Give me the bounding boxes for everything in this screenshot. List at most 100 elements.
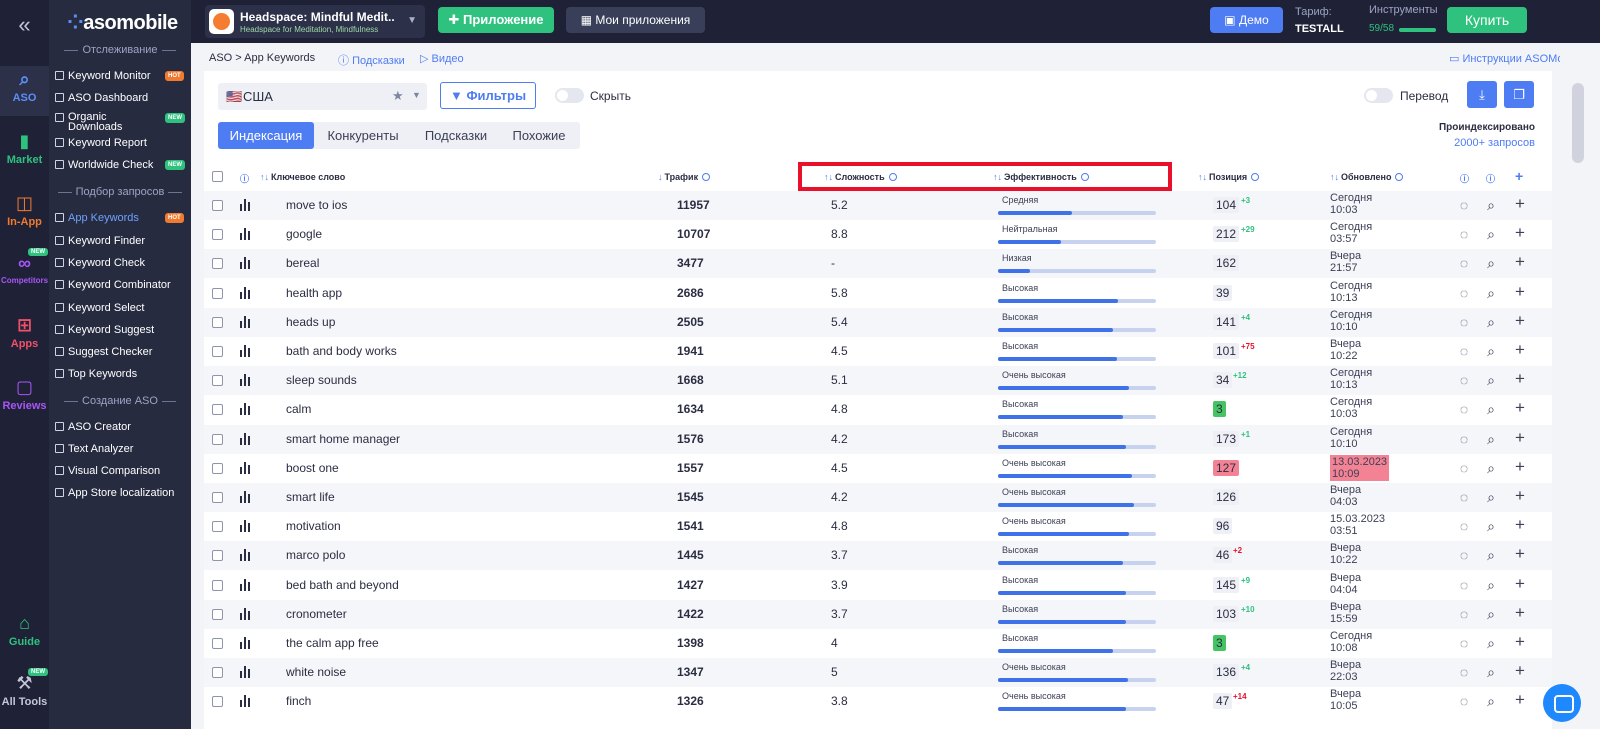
tab-indexing[interactable]: Индексация — [218, 122, 314, 149]
row-checkbox[interactable] — [212, 433, 223, 445]
add-icon[interactable]: + — [1513, 194, 1527, 214]
lightbulb-icon[interactable]: ◌ — [1457, 606, 1471, 622]
add-icon[interactable]: + — [1513, 340, 1527, 360]
keyword-text[interactable]: cronometer — [286, 607, 347, 621]
row-checkbox[interactable] — [212, 638, 223, 649]
sidebar-item-keyword-monitor[interactable]: Keyword Monitor — [55, 70, 151, 82]
add-icon[interactable]: + — [1513, 661, 1527, 681]
lightbulb-icon[interactable]: ◌ — [1457, 547, 1471, 563]
keyword-text[interactable]: finch — [286, 694, 311, 708]
rail-item-reviews[interactable]: ▢ Reviews — [0, 374, 49, 418]
search-icon[interactable]: ⌕ — [1484, 401, 1498, 418]
sidebar-item-app-store-localization[interactable]: App Store localization — [55, 487, 174, 499]
bar-chart-icon[interactable] — [240, 345, 252, 357]
tab-hints[interactable]: Подсказки — [414, 122, 498, 149]
add-icon[interactable]: + — [1513, 428, 1527, 448]
sidebar-item-worldwide-check[interactable]: Worldwide Check — [55, 159, 153, 171]
bar-chart-icon[interactable] — [240, 228, 252, 241]
column-keyword[interactable]: ↑↓ Ключевое слово — [260, 172, 345, 182]
search-icon[interactable]: ⌕ — [1484, 372, 1498, 389]
bar-chart-icon[interactable] — [240, 520, 252, 533]
add-icon[interactable]: + — [1513, 457, 1527, 477]
row-checkbox[interactable] — [212, 258, 223, 270]
add-icon[interactable]: + — [1513, 632, 1527, 652]
search-icon[interactable]: ⌕ — [1484, 314, 1498, 331]
lightbulb-icon[interactable]: ◌ — [1457, 372, 1471, 388]
sidebar-item-text-analyzer[interactable]: Text Analyzer — [55, 443, 133, 455]
add-app-button[interactable]: ✚ Приложение — [438, 7, 554, 33]
column-updated[interactable]: ↑↓ Обновлено — [1330, 172, 1404, 182]
add-icon[interactable]: + — [1513, 486, 1527, 506]
tab-similar[interactable]: Похожие — [502, 122, 576, 149]
rail-item-all-tools[interactable]: ⚒ All Tools NEW — [0, 668, 49, 714]
row-checkbox[interactable] — [212, 462, 223, 474]
rail-item-aso[interactable]: ⌕ ASO — [0, 66, 49, 116]
keyword-text[interactable]: smart home manager — [286, 432, 400, 446]
rail-item-market[interactable]: ▮ Market — [0, 128, 49, 172]
keyword-text[interactable]: marco polo — [286, 548, 345, 562]
search-icon[interactable]: ⌕ — [1484, 635, 1498, 652]
lightbulb-icon[interactable]: ◌ — [1457, 460, 1471, 476]
keyword-text[interactable]: google — [286, 227, 322, 241]
sidebar-item-aso-creator[interactable]: ASO Creator — [55, 421, 131, 433]
search-icon[interactable]: ⌕ — [1484, 577, 1498, 594]
scrollbar-thumb[interactable] — [1572, 83, 1584, 163]
search-icon[interactable]: ⌕ — [1484, 197, 1498, 214]
search-icon[interactable]: ⌕ — [1484, 285, 1498, 302]
sidebar-item-aso-dashboard[interactable]: ASO Dashboard — [55, 92, 148, 104]
search-icon[interactable]: ⌕ — [1484, 431, 1498, 448]
lightbulb-icon[interactable]: ◌ — [1457, 518, 1471, 534]
filters-button[interactable]: ▼ Фильтры — [440, 82, 536, 109]
bar-chart-icon[interactable] — [240, 286, 252, 299]
bar-chart-icon[interactable] — [240, 491, 252, 503]
star-icon[interactable]: ★ — [392, 88, 404, 104]
row-checkbox[interactable] — [212, 287, 223, 299]
keyword-text[interactable]: smart life — [286, 490, 335, 504]
rail-item-in-app[interactable]: ◫ In-App — [0, 190, 49, 234]
lightbulb-icon[interactable]: ◌ — [1457, 255, 1471, 271]
column-position[interactable]: ↑↓ Позиция — [1198, 172, 1260, 182]
row-checkbox[interactable] — [212, 550, 223, 562]
indexed-value[interactable]: 2000+ запросов — [1454, 137, 1535, 149]
tab-competitors[interactable]: Конкуренты — [316, 122, 410, 149]
video-link[interactable]: ▷ Видео — [420, 52, 464, 65]
breadcrumb-root[interactable]: ASO — [209, 52, 232, 64]
my-apps-button[interactable]: ▦ Мои приложения — [566, 7, 705, 33]
sidebar-item-suggest-checker[interactable]: Suggest Checker — [55, 346, 152, 358]
sidebar-item-keyword-finder[interactable]: Keyword Finder — [55, 235, 145, 247]
bar-chart-icon[interactable] — [240, 257, 252, 270]
bar-chart-icon[interactable] — [240, 549, 252, 562]
lightbulb-icon[interactable]: ◌ — [1457, 197, 1471, 213]
search-icon[interactable]: ⌕ — [1484, 255, 1498, 272]
keyword-text[interactable]: bed bath and beyond — [286, 578, 399, 592]
add-icon[interactable]: + — [1513, 603, 1527, 623]
search-icon[interactable]: ⌕ — [1484, 664, 1498, 681]
sidebar-item-keyword-select[interactable]: Keyword Select — [55, 302, 144, 314]
add-all-icon[interactable]: + — [1515, 168, 1523, 184]
demo-button[interactable]: ▣ Демо — [1210, 7, 1283, 33]
rail-item-competitors[interactable]: ∞ Competitors NEW — [0, 248, 49, 294]
collapse-icon[interactable]: « — [0, 12, 49, 38]
add-icon[interactable]: + — [1513, 223, 1527, 243]
lightbulb-icon[interactable]: ◌ — [1457, 635, 1471, 651]
sidebar-item-keyword-suggest[interactable]: Keyword Suggest — [55, 324, 154, 336]
info-icon[interactable]: ⓘ — [240, 172, 249, 185]
keyword-text[interactable]: the calm app free — [286, 636, 379, 650]
bar-chart-icon[interactable] — [240, 666, 252, 679]
add-icon[interactable]: + — [1513, 398, 1527, 418]
keyword-text[interactable]: bath and body works — [286, 344, 397, 358]
sidebar-item-app-keywords[interactable]: App Keywords — [55, 212, 139, 224]
row-checkbox[interactable] — [212, 696, 223, 708]
row-checkbox[interactable] — [212, 492, 223, 503]
bar-chart-icon[interactable] — [240, 374, 252, 387]
lightbulb-icon[interactable]: ◌ — [1457, 343, 1471, 359]
help-icon[interactable]: ⓘ — [1486, 172, 1495, 185]
lightbulb-icon[interactable]: ◌ — [1457, 314, 1471, 330]
search-icon[interactable]: ⌕ — [1484, 343, 1498, 360]
lightbulb-icon[interactable]: ◌ — [1457, 664, 1471, 680]
search-icon[interactable]: ⌕ — [1484, 606, 1498, 623]
row-checkbox[interactable] — [212, 200, 223, 211]
bar-chart-icon[interactable] — [240, 199, 252, 211]
row-checkbox[interactable] — [212, 667, 223, 679]
keyword-text[interactable]: boost one — [286, 461, 339, 475]
